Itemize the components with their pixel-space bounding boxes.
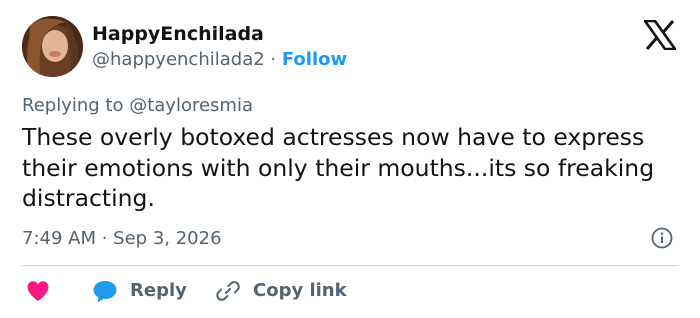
copy-link-button[interactable]: Copy link <box>215 277 347 305</box>
x-logo-icon[interactable] <box>644 20 676 50</box>
info-icon[interactable] <box>651 227 673 249</box>
reply-button[interactable]: Reply <box>92 277 187 305</box>
follow-button[interactable]: Follow <box>282 49 347 70</box>
reply-context-prefix: Replying to <box>22 95 130 116</box>
display-name[interactable]: HappyEnchilada <box>92 22 264 46</box>
like-button[interactable] <box>26 277 50 305</box>
avatar[interactable] <box>22 16 83 77</box>
tweet-date: Sep 3, 2026 <box>113 228 222 249</box>
heart-icon <box>27 281 49 301</box>
handle-separator: · <box>264 49 282 70</box>
reply-context: Replying to @tayloresmia <box>22 94 253 118</box>
link-icon <box>216 281 240 301</box>
copy-link-label: Copy link <box>253 280 347 301</box>
reply-target-handle[interactable]: @tayloresmia <box>129 95 253 116</box>
reply-label: Reply <box>130 280 187 301</box>
avatar-photo <box>22 16 83 77</box>
timestamp-separator: · <box>96 228 114 249</box>
divider <box>22 265 678 266</box>
tweet-card: HappyEnchilada @happyenchilada2 · Follow… <box>0 0 700 318</box>
tweet-timestamp[interactable]: 7:49 AM · Sep 3, 2026 <box>22 227 222 251</box>
tweet-text: These overly botoxed actresses now have … <box>22 123 655 212</box>
user-handle[interactable]: @happyenchilada2 <box>92 49 265 70</box>
handle-row: @happyenchilada2 · Follow <box>92 48 347 72</box>
action-bar: Reply Copy link <box>22 277 682 305</box>
speech-bubble-icon <box>93 281 117 303</box>
tweet-time: 7:49 AM <box>22 228 96 249</box>
